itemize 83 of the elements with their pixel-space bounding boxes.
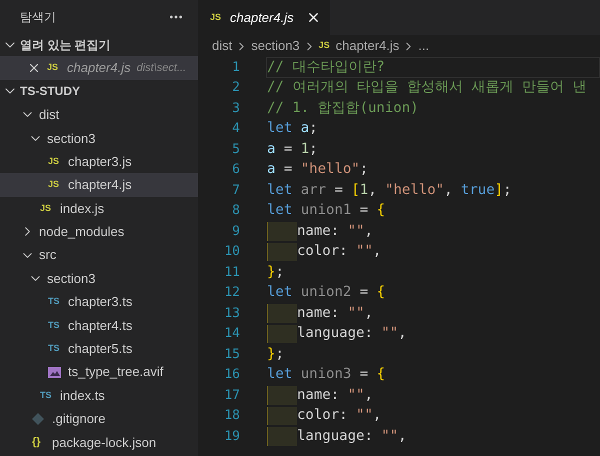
indent-guide <box>267 427 297 446</box>
code-line: color: "", <box>266 406 600 426</box>
tree-item[interactable]: node_modules <box>0 220 198 244</box>
tree-item[interactable]: section3 <box>0 266 198 290</box>
open-editor-item[interactable]: JS chapter4.js dist\sect... <box>0 56 198 80</box>
javascript-file-icon: JS <box>47 61 61 75</box>
line-number: 16 <box>223 366 240 384</box>
code-line: }; <box>266 344 285 364</box>
javascript-file-icon: JS <box>40 202 54 216</box>
line-number: 15 <box>223 346 240 364</box>
editor-tab[interactable]: JS chapter4.js <box>198 0 330 35</box>
line-number: 3 <box>231 100 240 118</box>
tree-item[interactable]: TS chapter3.ts <box>0 290 198 314</box>
javascript-file-icon: JS <box>48 178 62 192</box>
tree-item[interactable]: JS chapter3.js <box>0 150 198 174</box>
tree-item[interactable]: .gitignore <box>0 407 198 431</box>
code-line: let union3 = { <box>266 365 386 384</box>
file-path: dist\sect... <box>136 60 186 76</box>
indent-guide <box>267 406 297 425</box>
line-number: 14 <box>223 325 240 343</box>
code-line: language: "", <box>266 426 600 446</box>
code-line: a = 1; <box>266 140 319 159</box>
tree-item[interactable]: TS chapter5.ts <box>0 337 198 360</box>
line-number: 12 <box>223 284 240 302</box>
typescript-file-icon: TS <box>40 388 54 402</box>
typescript-file-icon: TS <box>48 342 62 356</box>
line-number: 5 <box>231 140 240 158</box>
code-line: name: "", <box>266 303 600 324</box>
code-line: let union1 = { <box>266 201 386 220</box>
section-header[interactable]: 열려 있는 편집기 <box>0 33 198 56</box>
code-line: color: "", <box>266 242 600 262</box>
breadcrumb-item[interactable]: chapter4.js <box>336 36 400 56</box>
javascript-file-icon: JS <box>318 39 333 53</box>
breadcrumb-item[interactable]: ... <box>418 36 430 56</box>
file-name: chapter4.js <box>67 59 131 78</box>
line-number: 10 <box>223 243 240 261</box>
breadcrumb-item[interactable]: section3 <box>251 36 300 56</box>
code-line: name: "", <box>266 221 600 242</box>
line-number: 19 <box>223 428 240 446</box>
typescript-file-icon: TS <box>48 295 62 309</box>
tree-item[interactable]: JS chapter4.js <box>0 173 198 197</box>
line-number: 7 <box>231 182 240 200</box>
javascript-file-icon: JS <box>210 10 224 24</box>
typescript-file-icon: TS <box>48 318 62 332</box>
braces-file-icon: {} <box>32 434 46 451</box>
code-line: let a; <box>266 119 319 138</box>
indent-guide <box>267 324 297 343</box>
code-line: let arr = [1, "hello", true]; <box>266 180 513 200</box>
line-number: 1 <box>231 58 240 76</box>
indent-guide <box>267 222 297 240</box>
line-number: 18 <box>223 407 240 425</box>
code-line: a = "hello"; <box>266 160 370 180</box>
line-number: 11 <box>223 264 240 282</box>
sidebar-title: 탐색기 <box>20 8 56 26</box>
code-line: let union2 = { <box>266 283 386 302</box>
line-number: 4 <box>231 120 240 138</box>
tree-item[interactable]: dist <box>0 103 198 127</box>
code-line: // 여러개의 타입을 합성해서 새롭게 만들어 낸 <box>266 78 588 98</box>
line-number: 2 <box>231 79 240 97</box>
code-line: }; <box>266 262 285 282</box>
indent-guide <box>267 304 297 322</box>
line-number: 9 <box>231 222 240 240</box>
code-line: language: "", <box>266 324 600 344</box>
tree-item[interactable]: JS index.js <box>0 196 198 220</box>
javascript-file-icon: JS <box>48 154 62 168</box>
code-line: // 1. 합집합(union) <box>266 98 420 118</box>
tree-item[interactable]: section3 <box>0 126 198 150</box>
line-number: 6 <box>231 161 240 179</box>
indent-guide <box>267 386 297 404</box>
line-number: 17 <box>223 386 240 404</box>
line-number: 8 <box>231 202 240 220</box>
tree-item[interactable]: TS chapter4.ts <box>0 314 198 338</box>
breadcrumb-item[interactable]: dist <box>212 36 232 56</box>
indent-guide <box>267 242 297 261</box>
image-file-icon <box>48 366 61 378</box>
tree-item[interactable]: TS index.ts <box>0 384 198 408</box>
tree-item[interactable]: src <box>0 244 198 267</box>
tree-item[interactable]: {} package-lock.json <box>0 430 198 454</box>
diamond-file-icon <box>32 412 44 425</box>
code-line: name: "", <box>266 385 600 406</box>
line-number: 13 <box>223 304 240 322</box>
tree-item[interactable]: ts_type_tree.avif <box>0 360 198 384</box>
section-header[interactable]: TS-STUDY <box>0 80 198 104</box>
